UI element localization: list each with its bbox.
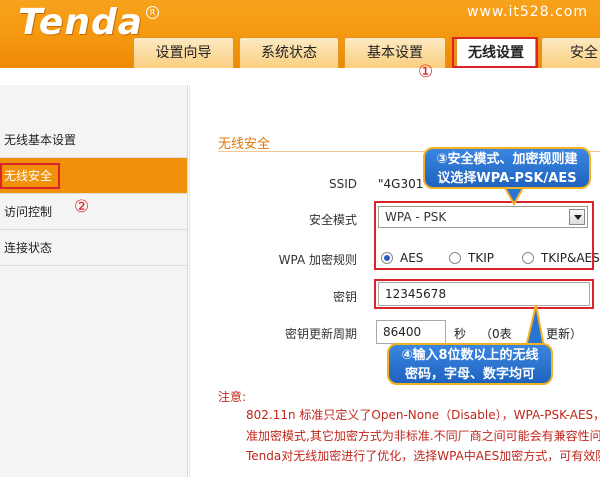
key-label: 密钥 <box>332 290 357 304</box>
tenda-logo: Tenda <box>18 2 144 43</box>
step-1-marker: ① <box>418 62 434 82</box>
callout-4-line-2: 密码，字母、数字均可 <box>404 367 535 382</box>
step-2-marker: ② <box>74 197 90 217</box>
registered-mark: R <box>146 6 159 19</box>
period-unit: 秒 <box>454 327 467 341</box>
section-title: 无线安全 <box>218 137 271 152</box>
note-line-3: Tenda对无线加密进行了优化，选择WPA中AES加密方式，可有效防 <box>246 449 600 463</box>
security-item-highlight <box>0 163 60 189</box>
callout-4: ④输入8位数以上的无线 密码，字母、数字均可 <box>387 343 553 385</box>
callout-4-line-1: ④输入8位数以上的无线 <box>401 348 539 363</box>
ssid-value: "4G301" <box>378 177 429 191</box>
note-line-1: 802.11n 标准只定义了Open-None（Disable），WPA-PSK… <box>246 408 600 422</box>
note-line-2: 准加密模式,其它加密方式为非标准.不同厂商之间可能会有兼容性问题 <box>246 429 600 443</box>
tab-setup-wizard[interactable]: 设置向导 <box>133 37 234 68</box>
key-highlight <box>374 279 594 309</box>
period-hint-end: 更新） <box>546 327 583 341</box>
sidebar-item-connection-status[interactable]: 连接状态 <box>0 230 187 266</box>
callout-3: ③安全模式、加密规则建 议选择WPA-PSK/AES <box>423 147 591 189</box>
callout-3-pointer <box>502 186 526 206</box>
sidebar-item-access-control[interactable]: 访问控制 <box>0 194 187 230</box>
mode-cipher-highlight <box>374 201 594 270</box>
security-mode-label: 安全模式 <box>308 213 357 227</box>
period-label: 密钥更新周期 <box>284 327 357 341</box>
sidebar-item-wireless-basic[interactable]: 无线基本设置 <box>0 122 187 158</box>
callout-3-line-2: 议选择WPA-PSK/AES <box>437 171 577 186</box>
callout-3-line-1: ③安全模式、加密规则建 <box>436 152 578 167</box>
ssid-label: SSID <box>328 177 357 191</box>
tab-security[interactable]: 安全 <box>541 37 600 68</box>
cipher-label: WPA 加密规则 <box>278 253 357 267</box>
wireless-tab-highlight <box>452 37 538 68</box>
period-hint-start: （0表 <box>480 327 512 341</box>
tab-system-status[interactable]: 系统状态 <box>239 37 339 68</box>
period-input[interactable]: 86400 <box>376 320 446 344</box>
watermark-text: www.it528.com <box>467 4 588 20</box>
note-title: 注意: <box>218 390 247 404</box>
